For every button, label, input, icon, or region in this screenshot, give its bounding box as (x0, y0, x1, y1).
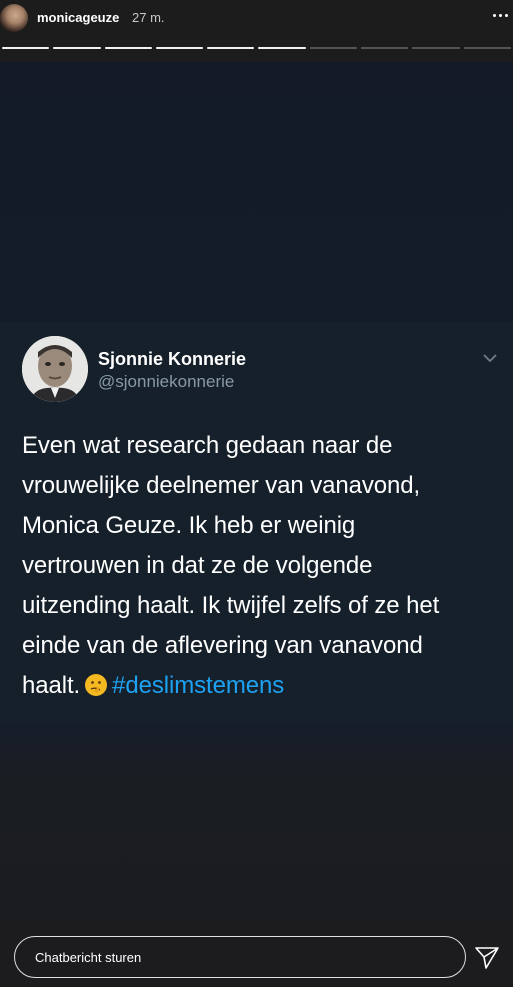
progress-segment (104, 47, 152, 49)
tweet-author-handle: @sjonniekonnerie (98, 372, 235, 391)
progress-segment (463, 47, 511, 49)
story-timestamp: 27 m. (132, 10, 165, 25)
tweet-author-avatar (22, 336, 88, 402)
username[interactable]: monicageuze (37, 10, 119, 25)
tweet-line-last: haalt. #deslimstemens (22, 666, 502, 706)
chevron-down-icon (483, 354, 497, 363)
hashtag-link[interactable]: #deslimstemens (112, 672, 284, 699)
progress-segment (412, 47, 460, 49)
tweet-author-name: Sjonnie Konnerie (98, 349, 247, 369)
story-viewer[interactable]: monicageuze 27 m. Sjonnie Konnerie @sjon… (0, 0, 513, 987)
tweet-line: uitzending haalt. Ik twijfel zelfs of ze… (22, 592, 440, 619)
progress-segment (2, 47, 50, 49)
tweet-line: vertrouwen in dat ze de volgende (22, 552, 373, 579)
progress-segment (258, 47, 306, 49)
more-horizontal-icon[interactable] (489, 8, 511, 22)
thinking-face-icon (85, 674, 108, 696)
profile-avatar[interactable] (0, 4, 28, 32)
send-icon[interactable] (473, 943, 501, 971)
progress-segment (361, 47, 409, 49)
tweet-line: einde van de aflevering van vanavond (22, 632, 423, 659)
chat-placeholder: Chatbericht sturen (35, 949, 142, 965)
story-progress-bar (0, 47, 513, 49)
tweet-line: Even wat research gedaan naar de (22, 432, 393, 459)
progress-segment (155, 47, 204, 49)
chat-message-input[interactable]: Chatbericht sturen (14, 936, 466, 978)
tweet-line: Monica Geuze. Ik heb er weinig (22, 512, 356, 539)
tweet-text: Even wat research gedaan naar de vrouwel… (22, 426, 502, 706)
progress-segment (309, 47, 358, 49)
story-header: monicageuze 27 m. (0, 0, 513, 62)
tweet-line-text: haalt. (22, 672, 81, 699)
progress-segment (53, 47, 101, 49)
progress-segment (207, 47, 255, 49)
tweet-line: vrouwelijke deelnemer van vanavond, (22, 472, 421, 499)
